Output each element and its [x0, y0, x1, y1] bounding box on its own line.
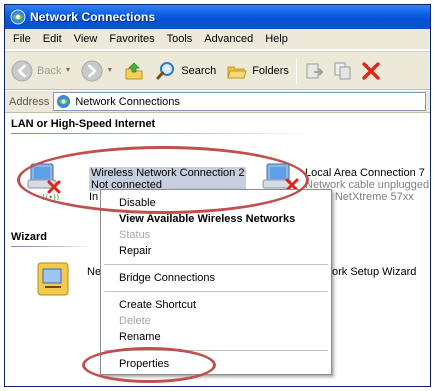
- address-label: Address: [9, 95, 50, 108]
- menu-separator: [104, 350, 328, 351]
- copy-to-button[interactable]: [329, 55, 357, 87]
- wireless-device-name: In: [89, 191, 99, 203]
- search-label: Search: [181, 64, 217, 77]
- window-title: Network Connections: [30, 10, 156, 24]
- menu-edit[interactable]: Edit: [37, 30, 68, 49]
- menu-separator: [104, 264, 328, 265]
- forward-dropdown-icon[interactable]: ▼: [106, 67, 113, 74]
- back-button[interactable]: Back ▼: [8, 55, 74, 87]
- menu-disable[interactable]: Disable: [119, 195, 156, 211]
- menu-bar: File Edit View Favorites Tools Advanced …: [5, 29, 430, 50]
- menu-status[interactable]: Status: [119, 227, 150, 243]
- menu-view-wireless-networks[interactable]: View Available Wireless Networks: [119, 211, 295, 227]
- title-bar[interactable]: Network Connections: [5, 5, 430, 29]
- up-button[interactable]: [120, 55, 148, 87]
- menu-repair[interactable]: Repair: [119, 243, 151, 259]
- menu-create-shortcut[interactable]: Create Shortcut: [119, 297, 196, 313]
- search-icon: [155, 60, 177, 82]
- group-header-wizard: Wizard: [11, 231, 47, 243]
- address-bar: Address Network Connections: [5, 91, 430, 113]
- wireless-adapter-icon[interactable]: ((•)): [25, 156, 65, 203]
- folders-button[interactable]: Folders: [223, 55, 292, 87]
- menu-help[interactable]: Help: [259, 30, 294, 49]
- folders-label: Folders: [252, 64, 289, 77]
- menu-delete[interactable]: Delete: [119, 313, 151, 329]
- move-to-icon: [304, 60, 326, 82]
- explorer-window: Network Connections File Edit View Favor…: [4, 4, 431, 387]
- up-folder-icon: [123, 60, 145, 82]
- menu-file[interactable]: File: [7, 30, 37, 49]
- menu-properties[interactable]: Properties: [119, 356, 169, 372]
- wizard-left-label[interactable]: Ne: [87, 266, 101, 278]
- network-connections-icon: [56, 94, 71, 109]
- search-button[interactable]: Search: [152, 55, 219, 87]
- network-connections-icon: [10, 9, 26, 25]
- menu-view[interactable]: View: [68, 30, 104, 49]
- context-menu: Disable View Available Wireless Networks…: [100, 189, 332, 375]
- wireless-connection-name: Wireless Network Connection 2: [91, 167, 245, 179]
- toolbar-separator: [295, 57, 297, 84]
- group-header-lan: LAN or High-Speed Internet: [11, 118, 156, 130]
- menu-tools[interactable]: Tools: [161, 30, 199, 49]
- back-dropdown-icon[interactable]: ▼: [64, 67, 71, 74]
- delete-button[interactable]: [357, 55, 385, 87]
- toolbar: Back ▼ ▼ Search Folders: [5, 51, 430, 90]
- svg-text:((•)): ((•)): [42, 193, 59, 200]
- folders-icon: [226, 60, 248, 82]
- address-input[interactable]: Network Connections: [53, 92, 426, 111]
- move-to-button[interactable]: [301, 55, 329, 87]
- back-arrow-icon: [11, 60, 33, 82]
- group-divider-wizard: [11, 246, 91, 247]
- address-value: Network Connections: [75, 95, 180, 108]
- forward-arrow-icon: [81, 60, 103, 82]
- delete-x-icon: [360, 60, 382, 82]
- menu-favorites[interactable]: Favorites: [103, 30, 160, 49]
- group-divider-lan: [11, 133, 311, 134]
- lan-connection-name: Local Area Connection 7: [305, 167, 425, 179]
- menu-bridge-connections[interactable]: Bridge Connections: [119, 270, 215, 286]
- forward-button[interactable]: ▼: [78, 55, 116, 87]
- menu-rename[interactable]: Rename: [119, 329, 161, 345]
- menu-separator: [104, 291, 328, 292]
- wizard-right-label[interactable]: ork Setup Wizard: [332, 266, 416, 278]
- copy-to-icon: [332, 60, 354, 82]
- wizard-icon[interactable]: [35, 259, 75, 302]
- menu-advanced[interactable]: Advanced: [198, 30, 259, 49]
- back-label: Back: [37, 64, 62, 77]
- wireless-connection-item[interactable]: Wireless Network Connection 2 Not connec…: [89, 167, 247, 191]
